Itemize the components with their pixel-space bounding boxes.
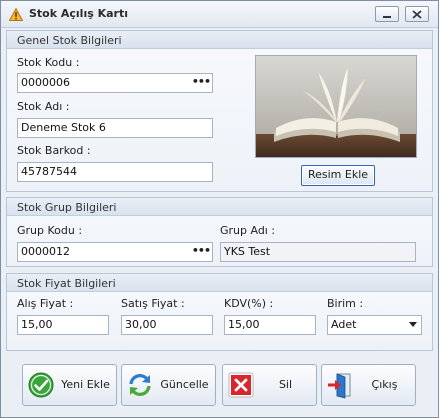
stok-adi-label: Stok Adı : [17, 100, 70, 113]
price-info-group: Stok Fiyat Bilgileri [6, 273, 433, 351]
satis-fiyat-field[interactable]: 30,00 [121, 315, 213, 335]
birim-value: Adet [331, 318, 357, 331]
group-info-header: Stok Grup Bilgileri [7, 198, 432, 216]
cikis-button[interactable]: Çıkış [321, 364, 416, 406]
stok-image [255, 55, 417, 158]
window-title: Stok Açılış Kartı [29, 7, 129, 20]
minimize-icon [383, 16, 391, 18]
refresh-arrows-icon [129, 374, 151, 396]
price-info-title: Stok Fiyat Bilgileri [17, 277, 116, 290]
delete-x-icon [228, 372, 254, 398]
guncelle-button[interactable]: Güncelle [121, 364, 216, 406]
guncelle-label: Güncelle [160, 378, 209, 391]
sil-label: Sil [278, 378, 293, 391]
alis-fiyat-value: 15,00 [21, 318, 53, 331]
stok-adi-field[interactable]: Deneme Stok 6 [17, 118, 213, 138]
alis-fiyat-label: Alış Fiyat : [17, 297, 74, 310]
stok-adi-value: Deneme Stok 6 [21, 121, 106, 134]
stok-kodu-field[interactable]: 0000006 ••• [17, 73, 213, 93]
grup-adi-field: YKS Test [220, 242, 416, 262]
open-book-image [256, 56, 416, 157]
grup-adi-value: YKS Test [224, 245, 271, 258]
kdv-label: KDV(%) : [224, 297, 274, 310]
alis-fiyat-field[interactable]: 15,00 [17, 315, 109, 335]
minimize-button[interactable] [375, 6, 399, 22]
title-bar[interactable]: Stok Açılış Kartı [1, 1, 438, 28]
exit-door-icon [328, 373, 351, 399]
kdv-field[interactable]: 15,00 [224, 315, 316, 335]
sil-button[interactable]: Sil [222, 364, 317, 406]
grup-kodu-value: 0000012 [21, 245, 70, 258]
resim-ekle-button[interactable]: Resim Ekle [301, 165, 375, 186]
general-info-title: Genel Stok Bilgileri [17, 34, 122, 47]
dropdown-arrow-icon[interactable] [409, 322, 417, 327]
general-info-header: Genel Stok Bilgileri [7, 31, 432, 49]
grup-kodu-lookup-button[interactable]: ••• [192, 244, 211, 257]
stok-kodu-lookup-button[interactable]: ••• [192, 75, 211, 88]
birim-select[interactable]: Adet [327, 315, 422, 335]
yeni-ekle-button[interactable]: Yeni Ekle [22, 364, 117, 406]
grup-kodu-field[interactable]: 0000012 ••• [17, 242, 213, 262]
app-icon [9, 8, 23, 21]
grup-kodu-label: Grup Kodu : [17, 224, 83, 237]
kdv-value: 15,00 [228, 318, 260, 331]
check-circle-icon [28, 372, 54, 398]
close-icon [412, 10, 422, 19]
group-info-title: Stok Grup Bilgileri [17, 201, 117, 214]
grup-adi-label: Grup Adı : [220, 224, 276, 237]
satis-fiyat-value: 30,00 [125, 318, 157, 331]
price-info-header: Stok Fiyat Bilgileri [7, 274, 432, 292]
cikis-label: Çıkış [371, 378, 398, 391]
stok-barkod-value: 45787544 [21, 165, 77, 178]
close-button[interactable] [405, 6, 429, 22]
satis-fiyat-label: Satış Fiyat : [121, 297, 185, 310]
birim-label: Birim : [327, 297, 364, 310]
stok-barkod-label: Stok Barkod : [17, 144, 91, 157]
stok-kodu-value: 0000006 [21, 76, 70, 89]
yeni-ekle-label: Yeni Ekle [61, 378, 110, 391]
stok-acilis-window: Stok Açılış Kartı Genel Stok Bilgileri S… [0, 0, 439, 418]
stok-barkod-field[interactable]: 45787544 [17, 162, 213, 182]
stok-kodu-label: Stok Kodu : [17, 56, 80, 69]
